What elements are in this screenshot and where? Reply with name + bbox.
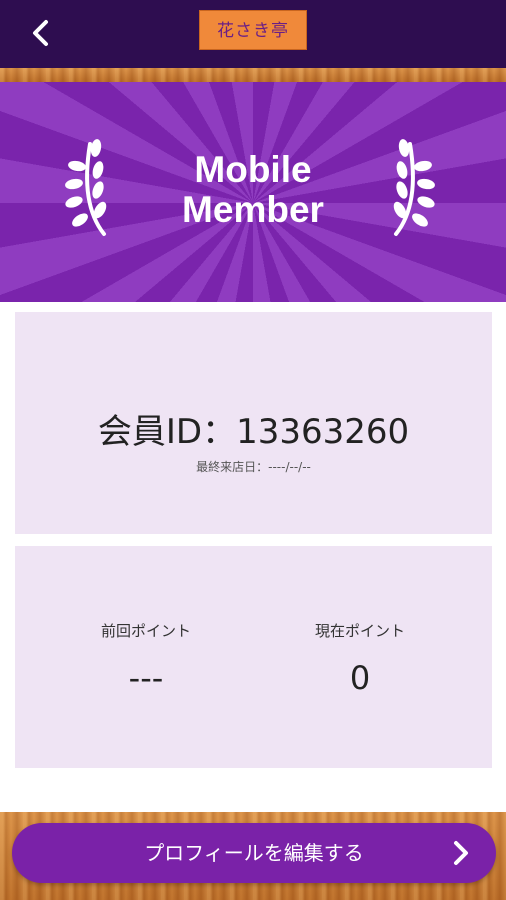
shop-name-label: 花さき亭 <box>199 10 307 50</box>
laurel-icon <box>393 139 435 236</box>
member-id: 会員ID：13363260 <box>97 412 410 452</box>
top-header: 花さき亭 <box>0 0 506 68</box>
member-banner: Mobile Member <box>0 82 506 302</box>
last-visit-date: 最終来店日：----/--/-- <box>196 460 311 474</box>
previous-points-label: 前回ポイント <box>100 622 191 640</box>
chevron-right-icon <box>454 841 468 865</box>
edit-profile-button[interactable]: プロフィールを編集する <box>12 823 496 883</box>
wood-divider <box>0 68 506 82</box>
back-button[interactable] <box>18 10 64 56</box>
points-panel: 前回ポイント --- 現在ポイント 0 <box>15 546 492 768</box>
previous-points: 前回ポイント --- <box>46 620 246 697</box>
member-id-panel: 会員ID：13363260 最終来店日：----/--/-- <box>15 312 492 534</box>
edit-profile-label: プロフィールを編集する <box>144 841 364 865</box>
chevron-left-icon <box>33 20 48 46</box>
current-points-value: 0 <box>349 659 371 697</box>
member-content: 会員ID：13363260 最終来店日：----/--/-- 前回ポイント --… <box>0 302 506 812</box>
current-points: 現在ポイント 0 <box>260 620 460 697</box>
previous-points-value: --- <box>128 659 164 697</box>
current-points-label: 現在ポイント <box>314 622 405 640</box>
